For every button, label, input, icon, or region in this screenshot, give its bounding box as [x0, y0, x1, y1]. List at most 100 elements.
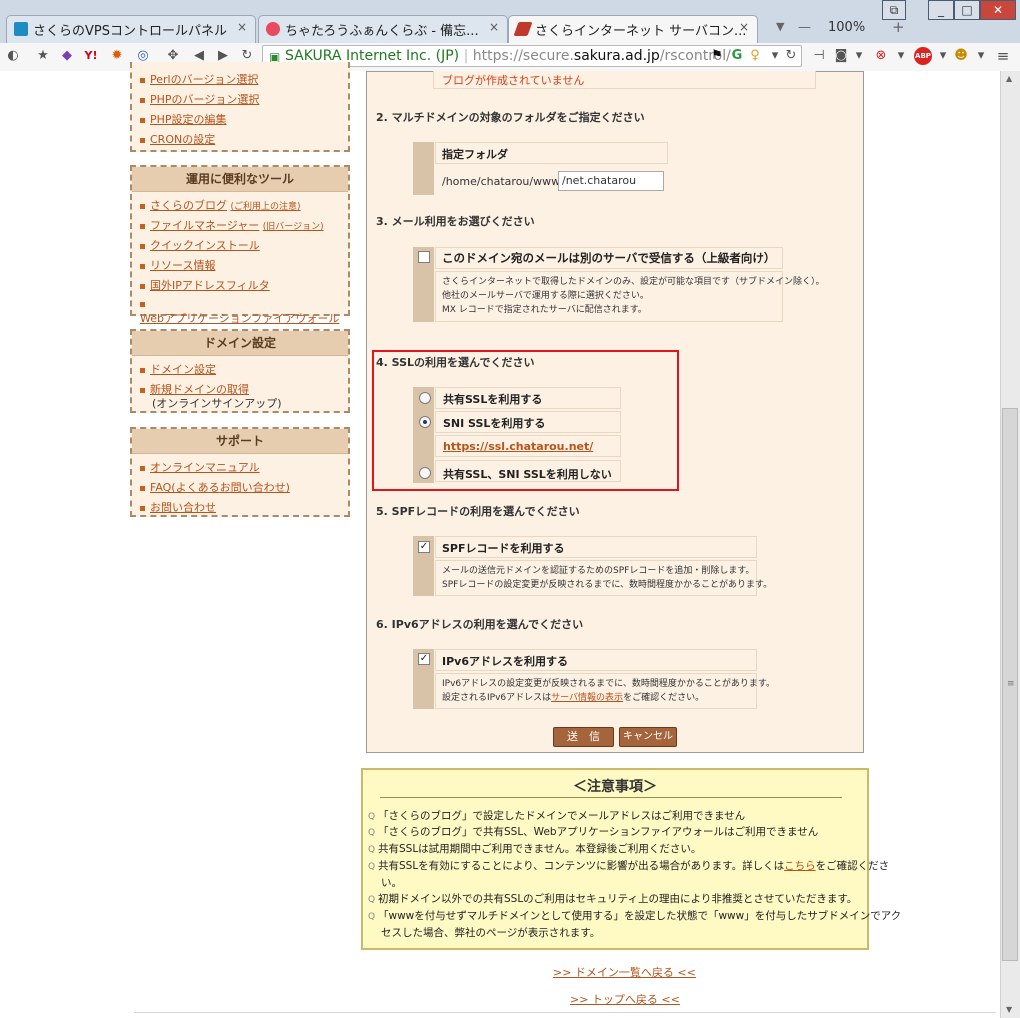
ipv6-option-label: IPv6アドレスを利用する: [442, 655, 568, 668]
tab-chatarou-blog[interactable]: ちゃたろうふぁんくらぶ - 備忘... ×: [258, 15, 508, 43]
mail-option-label: このドメイン宛のメールは別のサーバで受信する（上級者向け）: [442, 251, 776, 265]
mail-note: さくらインターネットで取得したドメインのみ、設定が可能な項目です（サブドメイン除…: [442, 277, 825, 287]
notice-title: ＜注意事項＞: [573, 779, 657, 795]
ipv6-note: IPv6アドレスの設定変更が反映されるまでに、数時間程度かかることがあります。: [442, 679, 775, 689]
cancel-button[interactable]: キャンセル: [619, 727, 677, 747]
bullet-icon: [140, 203, 145, 209]
bullet-icon: [140, 243, 145, 249]
close-tab-icon[interactable]: ×: [237, 20, 247, 34]
menu-icon[interactable]: ≡: [994, 47, 1012, 65]
minimize-button[interactable]: _: [928, 0, 954, 20]
chevron-down-icon[interactable]: ▼: [776, 20, 784, 33]
scroll-up-icon[interactable]: ▲: [1006, 74, 1012, 83]
tab-title: さくらインターネット サーバコン...: [535, 24, 747, 39]
footer-divider: [134, 1012, 996, 1013]
question-icon: Q: [368, 912, 376, 922]
sidebar-item-domain-settings[interactable]: ドメイン設定: [140, 361, 216, 377]
sidebar-item-resource-info[interactable]: リソース情報: [140, 257, 215, 273]
close-tab-icon[interactable]: ×: [739, 20, 749, 34]
sidebar-group-support: サポート オンラインマニュアル FAQ(よくあるお問い合わせ) お問い合わせ: [130, 427, 350, 517]
close-tab-icon[interactable]: ×: [489, 20, 499, 34]
question-icon: Q: [368, 895, 376, 905]
sidebar-group-domain: ドメイン設定 ドメイン設定 新規ドメインの取得 (オンラインサインアップ): [130, 329, 350, 413]
folder-input[interactable]: /net.chatarou: [558, 171, 664, 191]
sidebar-item-php-settings[interactable]: PHP設定の編集: [140, 111, 227, 127]
tab-sakura-server-control[interactable]: さくらインターネット サーバコン... ×: [508, 15, 758, 43]
bullet-icon: [140, 97, 145, 103]
sidebar-item-waf[interactable]: Webアプリケーションファイアウォール: [140, 297, 348, 326]
notice-item: Q 「さくらのブログ」で共有SSL、Webアプリケーションファイアウォールはご利用…: [368, 824, 818, 841]
submit-button[interactable]: 送 信: [553, 727, 614, 747]
back-to-domain-list-link[interactable]: >> ドメイン一覧へ戻る <<: [553, 964, 696, 980]
monkey-icon[interactable]: ☻: [952, 47, 970, 65]
back-to-top-link[interactable]: >> トップへ戻る <<: [570, 991, 680, 1007]
zoom-in-icon[interactable]: +: [892, 18, 905, 36]
window-restore-icon[interactable]: ⧉: [882, 0, 906, 20]
notice-item: Q 共有SSLは試用期間中ご利用できません。本登録後ご利用ください。: [368, 841, 701, 858]
sidebar-item-sakura-blog[interactable]: さくらのブログ (ご利用上の注意): [140, 197, 301, 213]
sidebar-item-ip-filter[interactable]: 国外IPアドレスフィルタ: [140, 277, 270, 293]
ipv6-checkbox[interactable]: ✓: [418, 653, 430, 665]
adblock-icon[interactable]: ABP: [914, 47, 932, 65]
details-link[interactable]: こちら: [784, 860, 816, 872]
spf-note: メールの送信元ドメインを認証するためのSPFレコードを追加・削除します。: [442, 566, 755, 576]
spf-checkbox[interactable]: ✓: [418, 541, 430, 553]
bullet-icon: [140, 283, 145, 289]
mail-note: MX レコードで指定されたサーバに配信されます。: [442, 305, 647, 315]
url-host: sakura.ad.jp: [573, 48, 660, 64]
scrollbar-thumb[interactable]: ≡: [1002, 408, 1018, 961]
bullet-icon: [140, 137, 145, 143]
bulb-icon[interactable]: ♀: [746, 47, 764, 65]
bullet-icon: [140, 485, 145, 491]
question-icon: Q: [368, 828, 376, 838]
dropdown-icon[interactable]: ▾: [850, 47, 868, 65]
sidebar-item-file-manager[interactable]: ファイルマネージャー (旧バージョン): [140, 217, 324, 233]
sidebar-item-quick-install[interactable]: クイックインストール: [140, 237, 260, 253]
server-info-link[interactable]: サーバ情報の表示: [551, 693, 623, 703]
dropdown-icon[interactable]: ▾: [892, 47, 910, 65]
sidebar-item-cron[interactable]: CRONの設定: [140, 131, 215, 147]
sidebar-item-online-manual[interactable]: オンラインマニュアル: [140, 459, 260, 475]
bullet-icon: [140, 505, 145, 511]
url-prefix: https://secure.: [472, 48, 574, 64]
scroll-down-icon[interactable]: ▼: [1006, 1005, 1012, 1014]
stop-icon[interactable]: ⊗: [872, 47, 890, 65]
profile-icon[interactable]: ◐: [4, 47, 22, 65]
google-g-icon[interactable]: G: [728, 47, 746, 65]
indent-bar: [413, 142, 434, 195]
dropdown-icon[interactable]: ▾: [972, 47, 990, 65]
section-mail-title: 3. メール利用をお選びください: [376, 215, 535, 228]
highlight-box: [372, 350, 679, 491]
folder-prefix: /home/chatarou/www: [442, 175, 561, 188]
notice-item: Q 「wwwを付与せずマルチドメインとして使用する」を設定した状態で「www」を付…: [368, 908, 901, 925]
tab-title: さくらのVPSコントロールパネル: [33, 24, 227, 39]
section-ipv6-title: 6. IPv6アドレスの利用を選んでください: [376, 618, 584, 631]
sidebar-item-php-version[interactable]: PHPのバージョン選択: [140, 91, 259, 107]
firefox-icon[interactable]: ✹: [108, 47, 126, 65]
tab-vps-control-panel[interactable]: さくらのVPSコントロールパネル ×: [6, 15, 256, 43]
zoom-out-icon[interactable]: —: [798, 20, 811, 35]
question-icon: Q: [368, 845, 376, 855]
extension-icon[interactable]: ◆: [58, 47, 76, 65]
sidebar-item-contact[interactable]: お問い合わせ: [140, 499, 216, 515]
bullet-icon: [140, 465, 145, 471]
mail-external-checkbox[interactable]: [418, 251, 430, 263]
refresh-icon[interactable]: ↻: [782, 47, 800, 65]
sidebar-item-perl-version[interactable]: Perlのバージョン選択: [140, 71, 258, 87]
spf-note: SPFレコードの設定変更が反映されるまでに、数時間程度かかることがあります。: [442, 580, 773, 590]
camera-icon[interactable]: ◙: [832, 47, 850, 65]
bullet-icon: [140, 301, 145, 307]
sidebar-group-title: サポート: [132, 429, 348, 454]
section-folder-title: 2. マルチドメインの対象のフォルダをご指定ください: [376, 111, 645, 124]
notice-item: Q 共有SSLを有効にすることにより、コンテンツに影響が出る場合があります。詳しく…: [368, 858, 889, 875]
window-close-button[interactable]: ✕: [980, 0, 1016, 20]
sidebar-item-faq[interactable]: FAQ(よくあるお問い合わせ): [140, 479, 290, 495]
dropdown-icon[interactable]: ▾: [934, 47, 952, 65]
maximize-button[interactable]: □: [954, 0, 980, 20]
zoom-level: 100%: [828, 20, 866, 35]
yahoo-icon[interactable]: Y!: [82, 47, 100, 65]
flag-icon[interactable]: ⚑: [708, 47, 726, 65]
bookmark-star-icon[interactable]: ★: [34, 47, 52, 65]
pin-icon[interactable]: ⊣: [810, 47, 828, 65]
section-spf-title: 5. SPFレコードの利用を選んでください: [376, 505, 580, 518]
